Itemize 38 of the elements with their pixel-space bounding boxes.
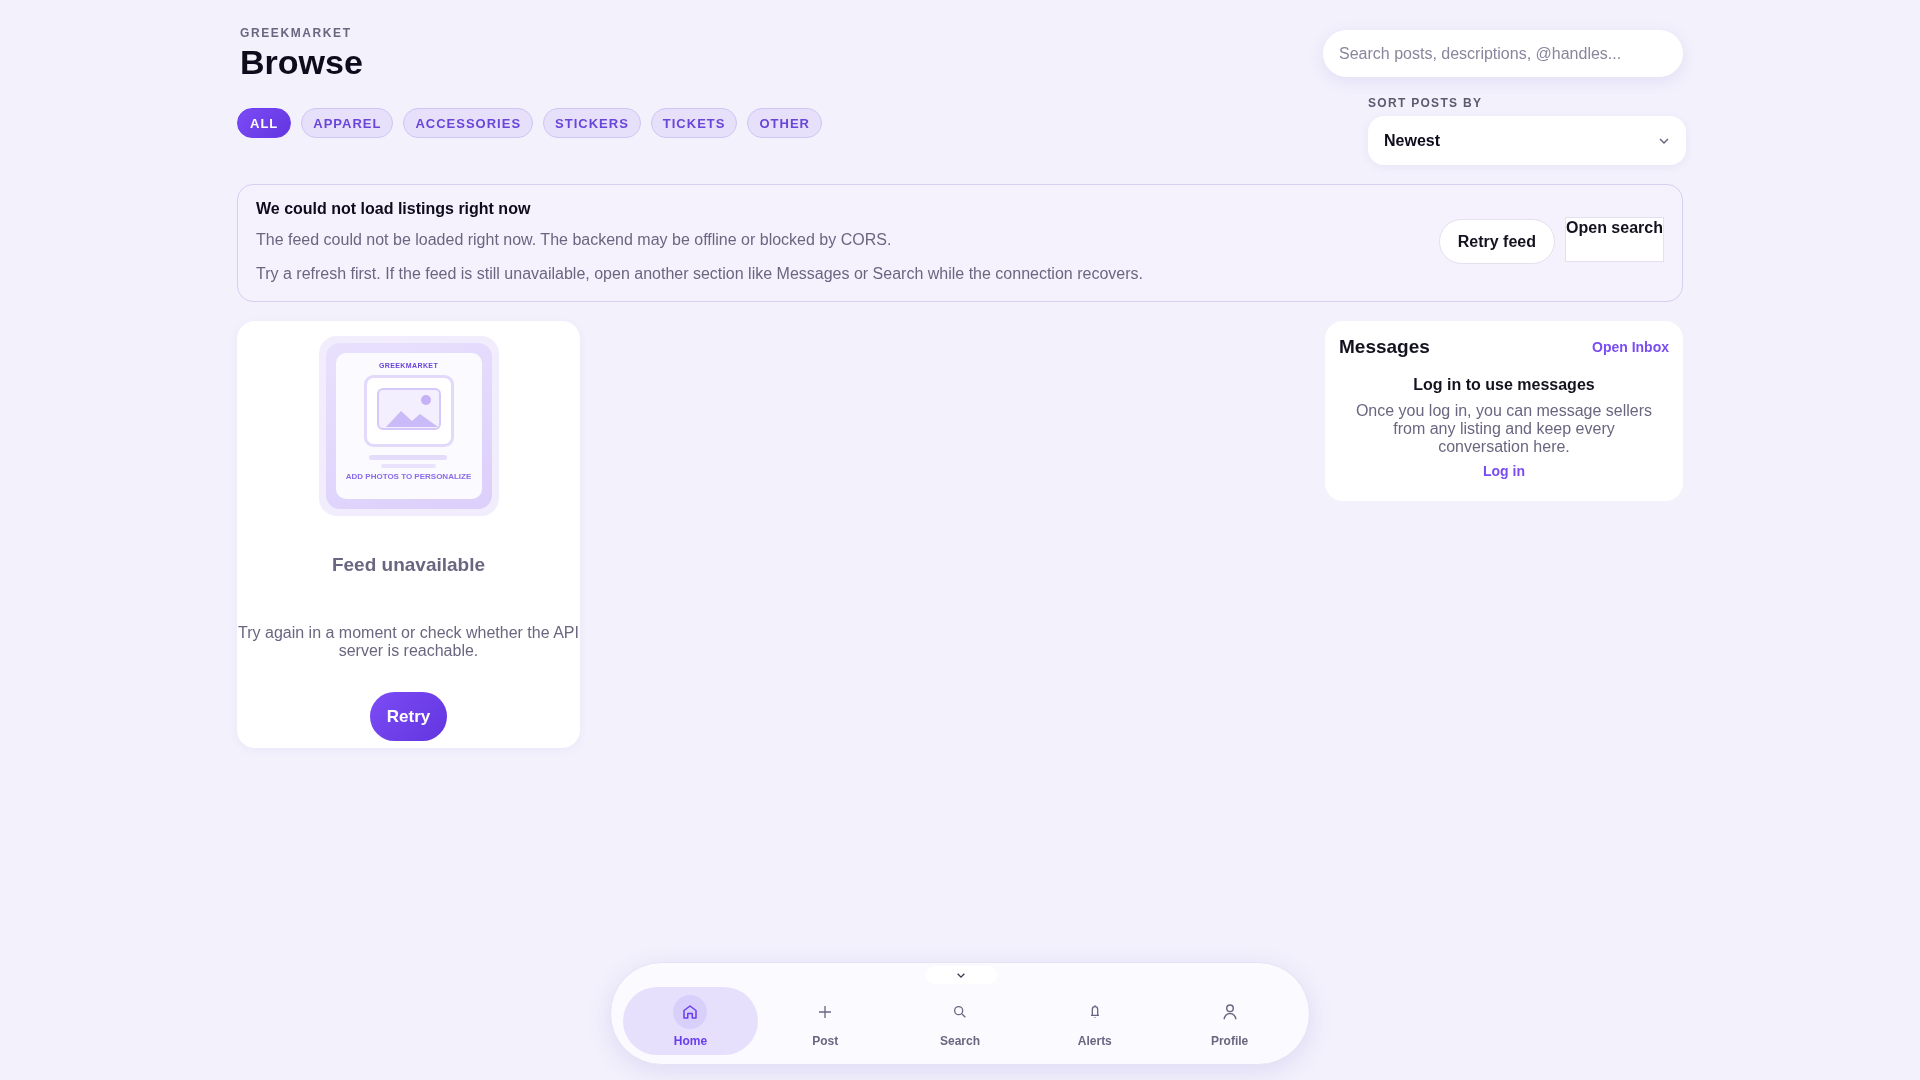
empty-state-message: Try again in a moment or check whether the API server is reachable.: [237, 624, 580, 660]
sort-label: SORT POSTS BY: [1368, 96, 1484, 110]
login-link[interactable]: Log in: [1483, 463, 1525, 479]
empty-state-title: Feed unavailable: [331, 554, 486, 576]
image-placeholder-icon: [363, 375, 454, 447]
nav-tab[interactable]: Alerts: [1027, 987, 1163, 1055]
home-icon: [681, 1003, 700, 1021]
search-button[interactable]: Open search: [1565, 217, 1664, 262]
nav-tab[interactable]: Post: [757, 987, 893, 1055]
retry-button[interactable]: Retry feed: [1438, 219, 1555, 264]
category-chip[interactable]: TICKETS: [650, 108, 738, 138]
card-title: Messages: [1339, 336, 1430, 358]
retry-button[interactable]: Retry: [370, 692, 447, 741]
error-message: Try a refresh first. If the feed is still unavailable, open another section like Messages or Search while the connection recovers.: [256, 265, 1143, 283]
category-chip[interactable]: ACCESSORIES: [403, 108, 534, 138]
open-inbox-link[interactable]: Open Inbox: [1592, 339, 1669, 355]
error-title: We could not load listings right now: [256, 200, 532, 218]
category-chip[interactable]: STICKERS: [543, 108, 641, 138]
sort-select[interactable]: Newest: [1368, 116, 1686, 165]
nav-tab[interactable]: Profile: [1162, 987, 1297, 1055]
illustration-caption: ADD PHOTOS TO PERSONALIZE: [345, 472, 472, 481]
search-field[interactable]: Search posts, descriptions, @handles...: [1323, 30, 1683, 77]
nav-tab[interactable]: Home: [623, 987, 758, 1055]
chevron-down-icon: [1658, 136, 1670, 145]
brand-label: GREEKMARKET: [240, 26, 353, 40]
plus-icon: [817, 1004, 834, 1020]
category-chip[interactable]: ALL: [237, 108, 292, 138]
category-chip[interactable]: APPAREL: [301, 108, 394, 138]
page-title: Browse: [240, 43, 363, 82]
collapse-button[interactable]: [925, 966, 997, 984]
category-chip[interactable]: OTHER: [747, 108, 822, 138]
person-icon: [1221, 1003, 1238, 1021]
login-heading: Log in to use messages: [1413, 376, 1595, 394]
login-message: Once you log in, you can message sellers from any listing and keep every conversation here.: [1354, 402, 1654, 456]
search-icon: [952, 1004, 968, 1020]
error-message: The feed could not be loaded right now. The backend may be offline or blocked by CORS.: [256, 231, 893, 249]
nav-tab[interactable]: Search: [892, 987, 1028, 1055]
chevron-down-icon: [956, 971, 966, 979]
